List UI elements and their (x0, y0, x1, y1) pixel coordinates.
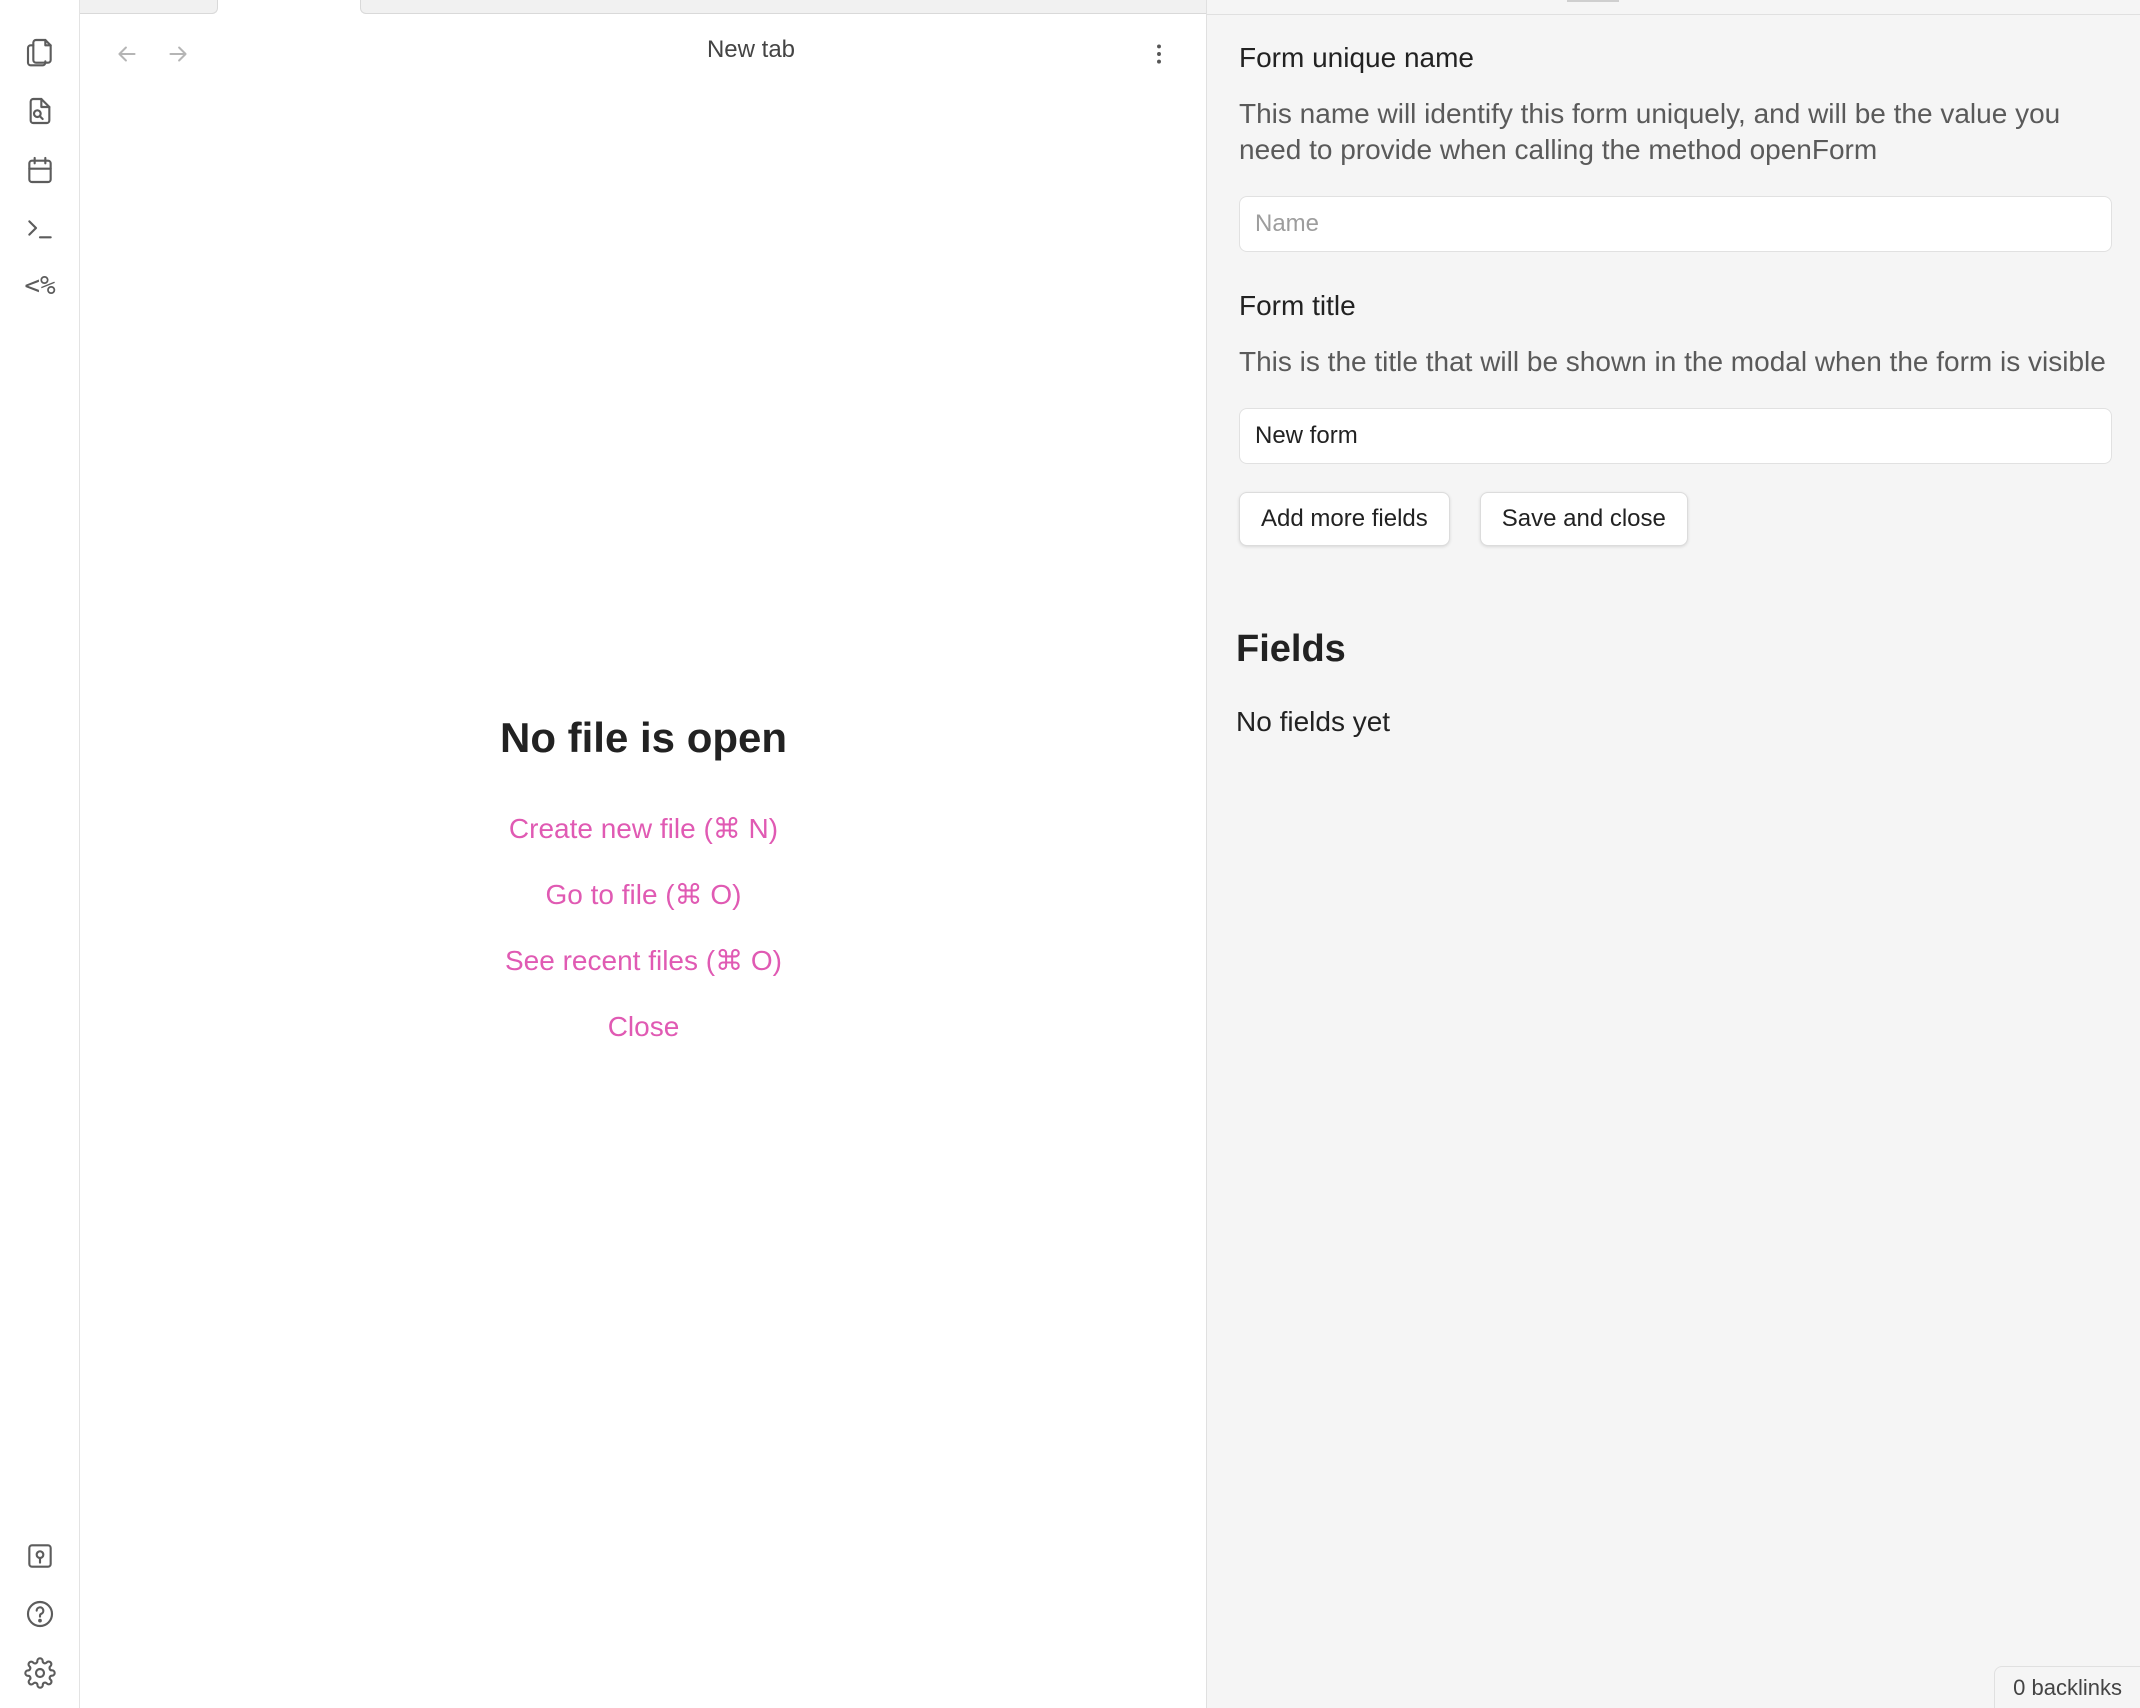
empty-state: No file is open Create new file (⌘ N) Go… (81, 714, 1206, 1060)
file-search-icon[interactable] (14, 85, 66, 137)
sidebar-divider (1207, 14, 2140, 15)
form-button-row: Add more fields Save and close (1239, 492, 2112, 546)
sidebar-tab-indicator (1567, 0, 1619, 2)
add-more-fields-button[interactable]: Add more fields (1239, 492, 1450, 546)
back-arrow-icon[interactable] (107, 34, 147, 74)
tab-previous[interactable] (80, 0, 218, 14)
status-bar-backlinks[interactable]: 0 backlinks (1994, 1666, 2140, 1708)
form-title-description: This is the title that will be shown in … (1239, 346, 2106, 377)
template-icon[interactable]: <% (14, 260, 66, 312)
settings-icon[interactable] (14, 1647, 66, 1699)
main-pane: New tab No file is open Create new file … (81, 14, 1206, 1708)
form-name-label: Form unique name (1239, 42, 1475, 73)
create-new-file-link[interactable]: Create new file (⌘ N) (81, 796, 1206, 862)
template-glyph: <% (24, 271, 56, 301)
form-name-input[interactable] (1239, 196, 2112, 252)
files-icon[interactable] (14, 26, 66, 78)
fields-heading: Fields (1236, 628, 1346, 670)
save-and-close-button[interactable]: Save and close (1479, 492, 1688, 546)
more-options-icon[interactable] (1139, 34, 1179, 74)
terminal-icon[interactable] (14, 202, 66, 254)
form-name-description: This name will identify this form unique… (1239, 98, 2061, 165)
tab-next[interactable] (360, 0, 1206, 14)
fields-empty-message: No fields yet (1236, 706, 1391, 737)
forward-arrow-icon[interactable] (158, 34, 198, 74)
form-title-input[interactable] (1239, 408, 2112, 464)
see-recent-files-link[interactable]: See recent files (⌘ O) (81, 928, 1206, 994)
view-title: New tab (706, 36, 796, 63)
form-title-label: Form title (1239, 290, 1356, 321)
tab-strip (80, 0, 1206, 14)
empty-state-title: No file is open (499, 714, 788, 761)
go-to-file-link[interactable]: Go to file (⌘ O) (81, 862, 1206, 928)
right-sidebar: Form unique name This name will identify… (1206, 0, 2140, 1708)
close-link[interactable]: Close (81, 994, 1206, 1060)
left-ribbon: <% (0, 0, 80, 1708)
form-editor: Form unique name This name will identify… (1239, 42, 2112, 546)
help-icon[interactable] (14, 1588, 66, 1640)
vault-icon[interactable] (14, 1530, 66, 1582)
calendar-icon[interactable] (14, 144, 66, 196)
